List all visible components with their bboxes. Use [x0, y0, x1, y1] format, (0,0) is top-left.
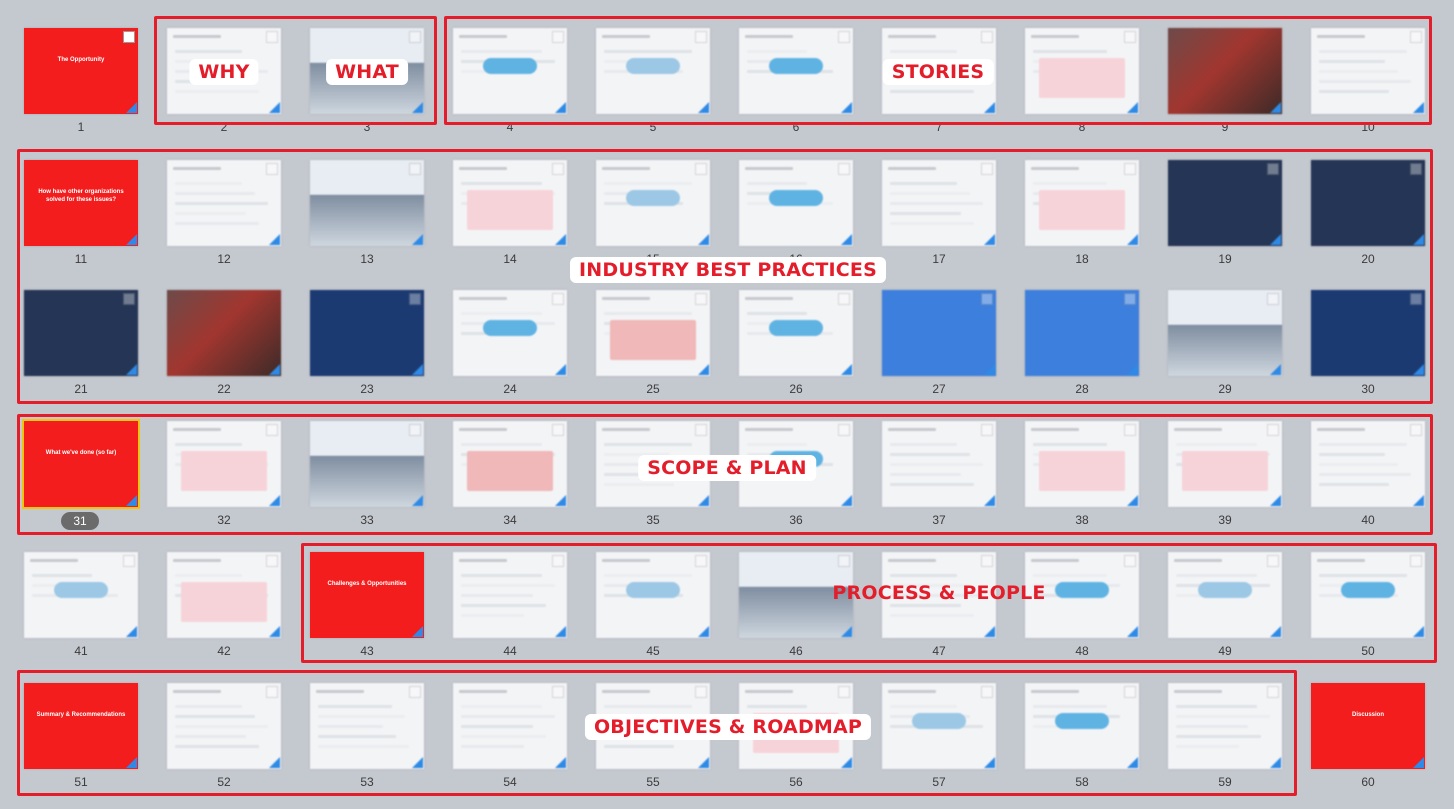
- slide-preview: The Opportunity: [24, 28, 138, 114]
- slide-heading-line: [30, 559, 78, 562]
- notes-icon: [266, 555, 278, 567]
- slide-corner-icon: [126, 626, 137, 637]
- slide-corner-icon: [126, 102, 137, 113]
- slide-corner-icon: [269, 626, 280, 637]
- slide-number: 60: [1361, 775, 1375, 789]
- slide-title: The Opportunity: [57, 57, 105, 63]
- label-stories: STORIES: [882, 59, 994, 85]
- notes-icon: [123, 31, 135, 43]
- notes-icon: [123, 555, 135, 567]
- slide-title: Discussion: [1351, 712, 1384, 718]
- slide-thumbnail[interactable]: Discussion 60: [1311, 683, 1425, 789]
- slide-heading-line: [173, 559, 221, 562]
- label-what: WHAT: [326, 59, 408, 85]
- slide-number: 41: [74, 644, 88, 658]
- slide-table-block: [181, 582, 267, 622]
- slide-preview: [24, 552, 138, 638]
- slide-corner-icon: [1413, 757, 1424, 768]
- slide-thumbnail[interactable]: 41: [24, 552, 138, 658]
- label-why: WHY: [189, 59, 259, 85]
- slide-preview: [167, 552, 281, 638]
- slide-preview: Discussion: [1311, 683, 1425, 769]
- slide-diagram-shape: [54, 582, 108, 598]
- label-industry-best-practices: INDUSTRY BEST PRACTICES: [570, 257, 886, 283]
- slide-number: 1: [77, 120, 85, 134]
- label-objectives-roadmap: OBJECTIVES & ROADMAP: [584, 714, 872, 740]
- label-scope-plan: SCOPE & PLAN: [638, 455, 816, 481]
- slide-text-line: [175, 574, 242, 577]
- slide-text-line: [32, 574, 92, 577]
- slide-thumbnail[interactable]: The Opportunity 1: [24, 28, 138, 134]
- slide-thumbnail[interactable]: 42: [167, 552, 281, 658]
- label-process-people: PROCESS & PEOPLE: [832, 582, 1046, 604]
- slide-number: 42: [217, 644, 231, 658]
